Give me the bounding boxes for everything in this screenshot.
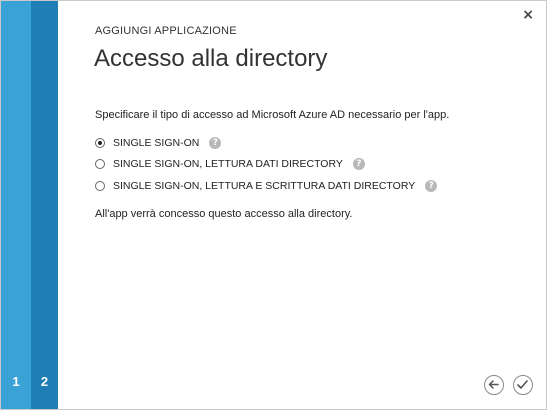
radio-single-sign-on[interactable]: [95, 138, 105, 148]
close-icon[interactable]: ×: [522, 7, 534, 23]
help-icon[interactable]: ?: [209, 137, 222, 149]
dialog-subtitle: AGGIUNGI APPLICAZIONE: [95, 25, 237, 37]
option-label: SINGLE SIGN-ON, LETTURA E SCRITTURA DATI…: [113, 180, 416, 192]
access-description: Specificare il tipo di accesso ad Micros…: [95, 109, 450, 121]
radio-read-write-directory[interactable]: [95, 181, 105, 191]
access-note: All'app verrà concesso questo accesso al…: [95, 208, 353, 220]
step-2-number: 2: [40, 374, 49, 389]
option-label: SINGLE SIGN-ON: [113, 137, 200, 149]
wizard-step-2[interactable]: 2: [31, 1, 58, 409]
option-single-sign-on[interactable]: SINGLE SIGN-ON ?: [95, 135, 222, 151]
add-application-dialog: 1 2 × AGGIUNGI APPLICAZIONE Accesso alla…: [0, 0, 547, 410]
radio-read-directory[interactable]: [95, 159, 105, 169]
back-button[interactable]: [484, 375, 504, 395]
wizard-step-1[interactable]: 1: [1, 1, 31, 409]
step-1-number: 1: [12, 374, 20, 389]
checkmark-icon: [517, 380, 528, 389]
help-icon[interactable]: ?: [352, 158, 365, 170]
option-read-write-directory[interactable]: SINGLE SIGN-ON, LETTURA E SCRITTURA DATI…: [95, 178, 438, 194]
arrow-left-icon: [488, 380, 499, 389]
finish-button[interactable]: [513, 375, 533, 395]
option-label: SINGLE SIGN-ON, LETTURA DATI DIRECTORY: [113, 158, 343, 170]
page-title: Accesso alla directory: [94, 45, 328, 72]
help-icon[interactable]: ?: [425, 180, 438, 192]
option-read-directory[interactable]: SINGLE SIGN-ON, LETTURA DATI DIRECTORY ?: [95, 156, 365, 172]
